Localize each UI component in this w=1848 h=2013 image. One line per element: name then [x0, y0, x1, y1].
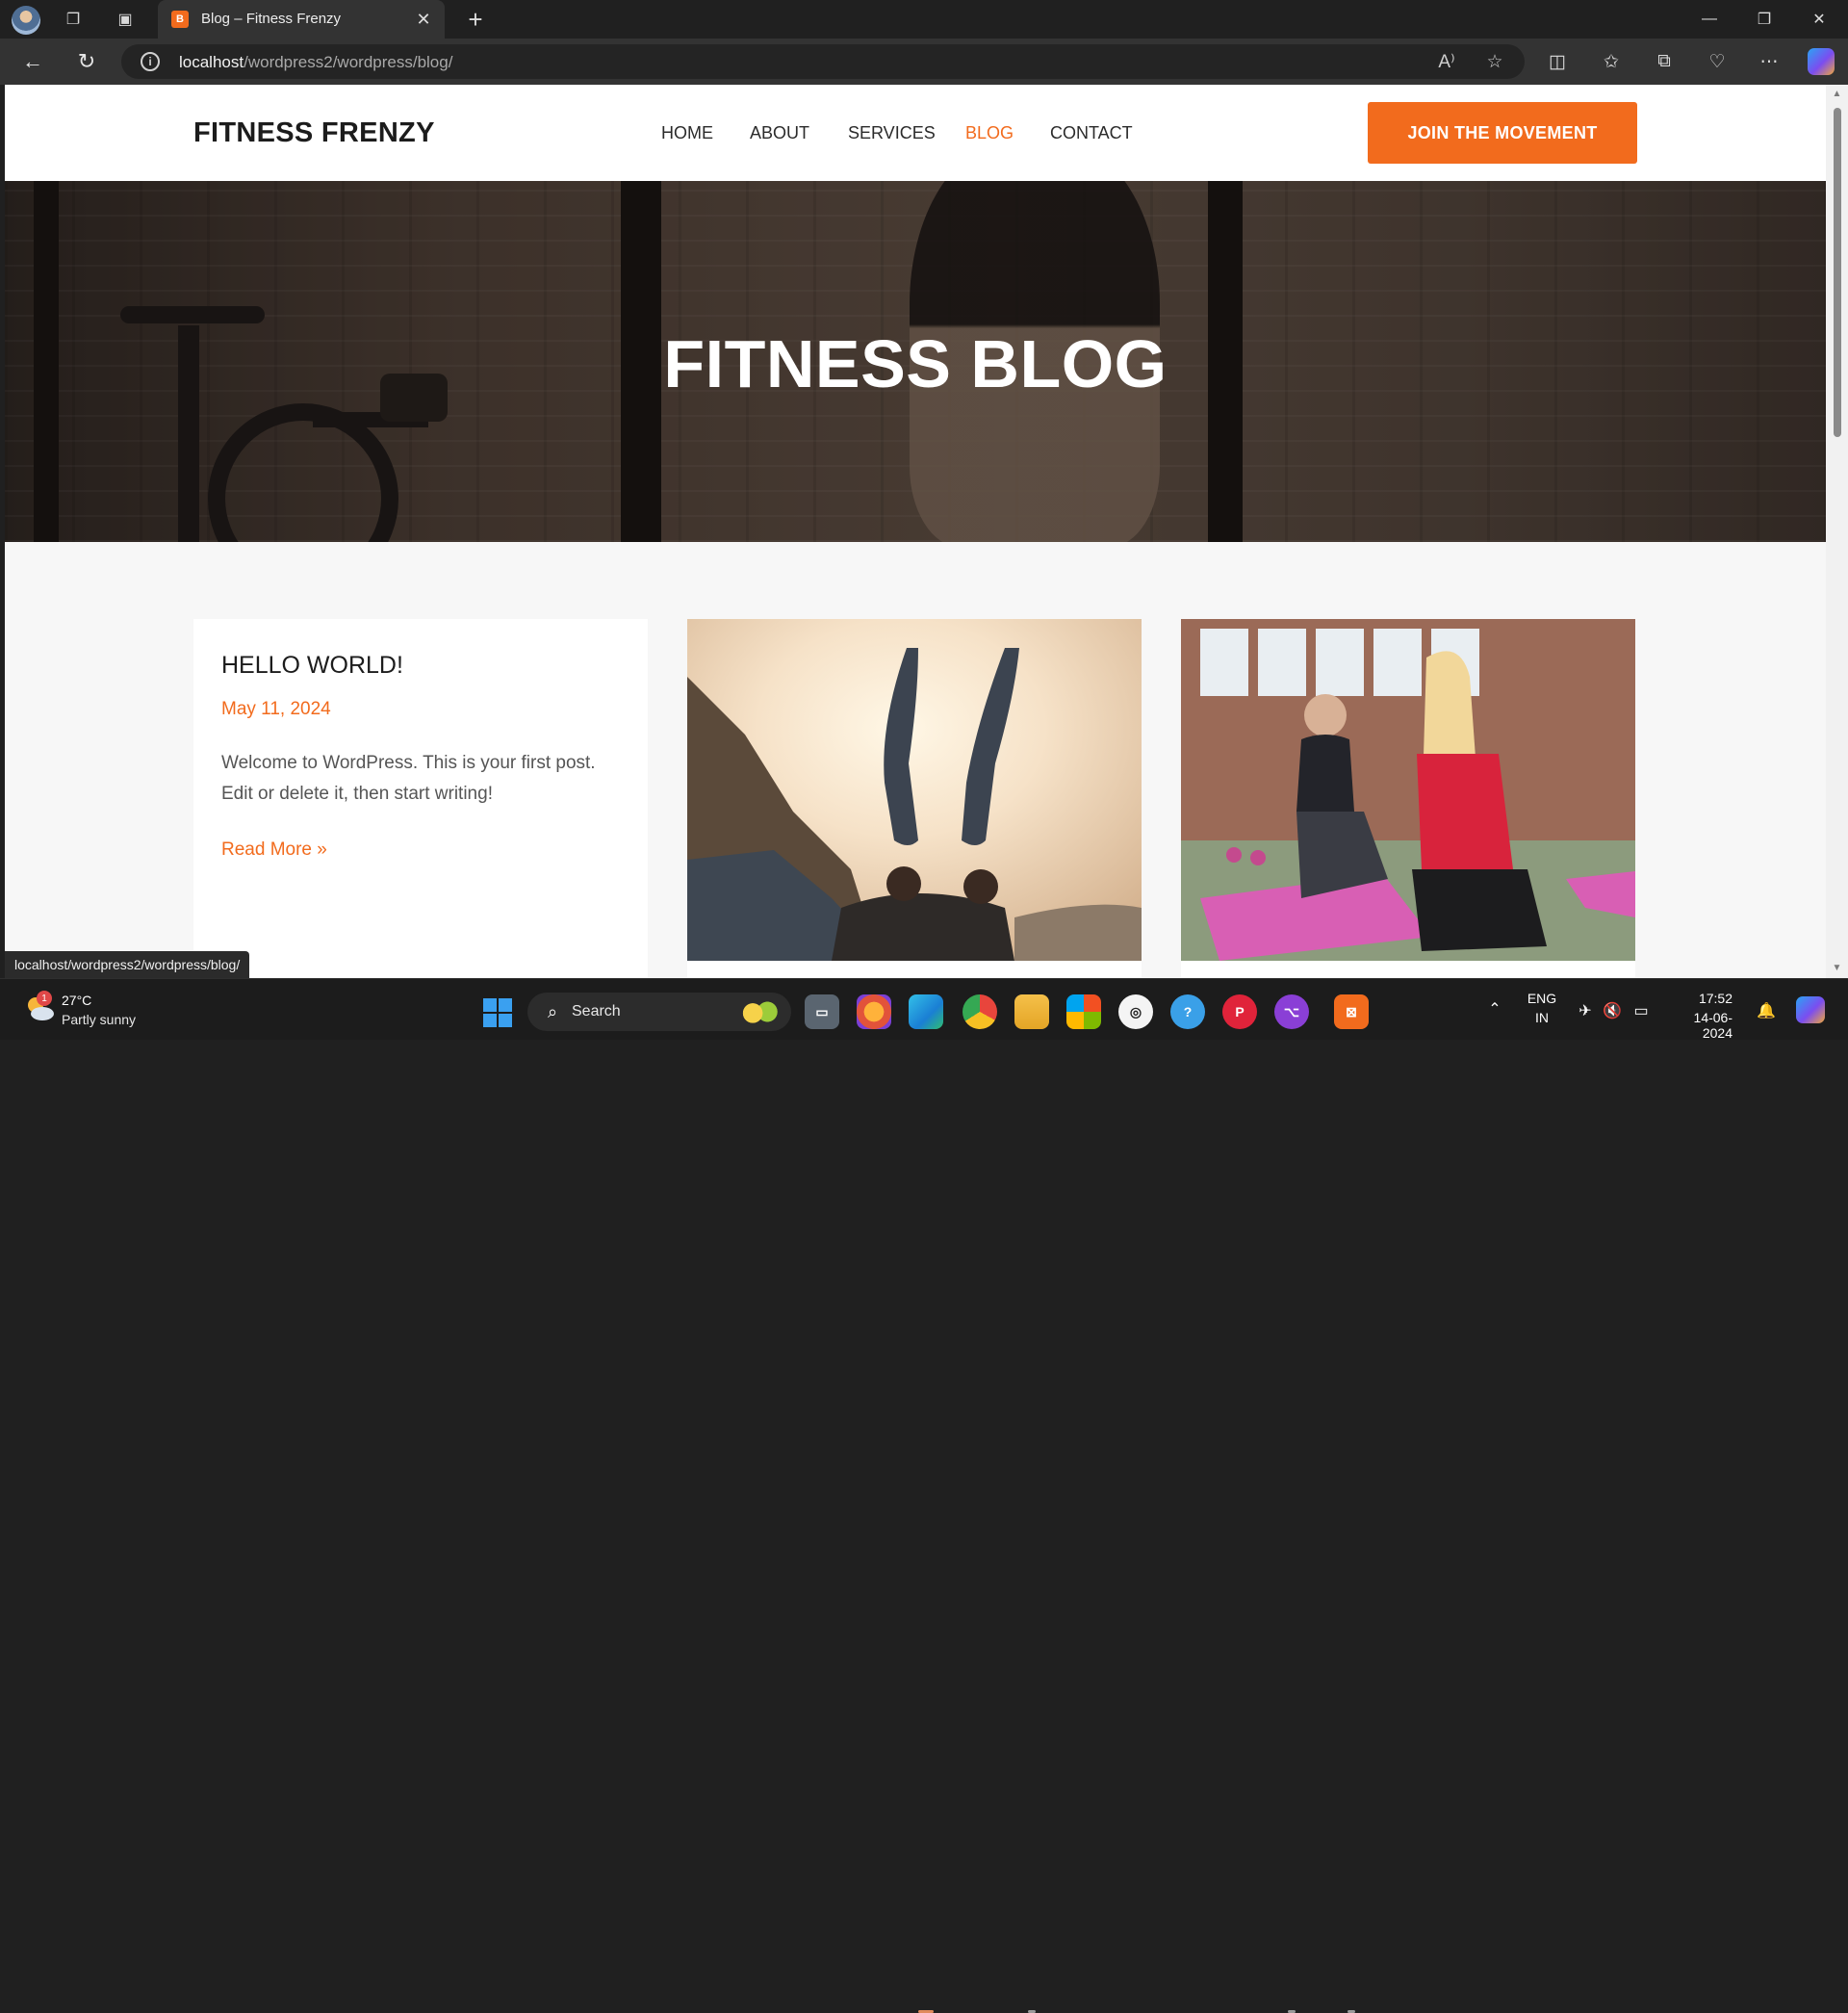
weather-badge: 1 [37, 991, 52, 1006]
close-window-icon[interactable]: ✕ [1792, 0, 1846, 39]
notification-bell-icon[interactable]: 🔔 [1756, 1000, 1777, 1021]
scroll-down-icon[interactable]: ▼ [1832, 963, 1842, 973]
nav-blog[interactable]: BLOG [965, 123, 1014, 143]
clock-time[interactable]: 17:52 [1665, 991, 1732, 1006]
weather-description[interactable]: Partly sunny [62, 1012, 136, 1027]
post-thumbnail-yoga-image[interactable] [687, 619, 1142, 961]
back-icon[interactable]: ← [15, 46, 50, 77]
firefox-icon[interactable] [857, 994, 891, 1029]
search-icon: ⌕ [547, 1001, 558, 1021]
nav-services[interactable]: SERVICES [848, 123, 936, 143]
restore-icon[interactable]: ❐ [1737, 0, 1791, 39]
search-highlight-icon [737, 998, 782, 1025]
post-card-hello-world: HELLO WORLD! May 11, 2024 Welcome to Wor… [193, 619, 648, 978]
chrome-icon[interactable] [962, 994, 997, 1029]
read-more-link[interactable]: Read More » [221, 839, 327, 861]
read-aloud-icon[interactable]: A⁾ [1432, 48, 1461, 75]
browser-toolbar: ← ↻ i localhost/wordpress2/wordpress/blo… [0, 39, 1848, 85]
post-thumbnail-workout-image[interactable] [1181, 619, 1635, 961]
more-menu-icon[interactable]: ⋯ [1752, 46, 1786, 77]
tab-blog[interactable]: B Blog – Fitness Frenzy ✕ [158, 0, 445, 39]
xampp-favicon-icon: B [171, 11, 189, 28]
nav-about[interactable]: ABOUT [750, 123, 809, 143]
post-date: May 11, 2024 [221, 699, 331, 719]
reload-icon[interactable]: ↻ [69, 46, 104, 77]
new-tab-icon[interactable]: + [460, 4, 491, 35]
site-info-icon[interactable]: i [141, 52, 160, 71]
tab-actions-icon[interactable]: ▣ [110, 6, 141, 33]
url-text[interactable]: localhost/wordpress2/wordpress/blog/ [179, 53, 452, 72]
clock-date[interactable]: 14-06-2024 [1665, 1010, 1732, 1041]
weather-temperature[interactable]: 27°C [62, 993, 91, 1008]
browser-essentials-icon[interactable]: ♡ [1700, 46, 1734, 77]
post-card-yoga [687, 619, 1142, 978]
hero-title: FITNESS BLOG [663, 326, 1168, 401]
favorite-star-icon[interactable]: ☆ [1480, 48, 1509, 75]
task-view-icon[interactable]: ▭ [805, 994, 839, 1029]
minimize-icon[interactable]: — [1682, 0, 1736, 39]
browser-tab-bar: ❐ ▣ B Blog – Fitness Frenzy ✕ + — ❐ ✕ [0, 0, 1848, 39]
workspaces-icon[interactable]: ❐ [58, 6, 89, 33]
tab-close-icon[interactable]: ✕ [412, 8, 435, 31]
edge-icon[interactable] [909, 994, 943, 1029]
post-title[interactable]: HELLO WORLD! [221, 652, 403, 680]
windows-taskbar: 1 27°C Partly sunny ⌕ Search ▭ ◎ ? P ⌥ ⊠… [0, 978, 1848, 2013]
unity-hub-icon[interactable]: ◎ [1118, 994, 1153, 1029]
url-host: localhost [179, 53, 244, 71]
page-viewport: FITNESS FRENZY HOME ABOUT SERVICES BLOG … [5, 85, 1826, 978]
nav-contact[interactable]: CONTACT [1050, 123, 1133, 143]
windows-start-icon[interactable] [483, 998, 512, 1027]
post-card-workout [1181, 619, 1635, 978]
site-header: FITNESS FRENZY HOME ABOUT SERVICES BLOG … [5, 85, 1826, 181]
post-excerpt: Welcome to WordPress. This is your first… [221, 753, 596, 804]
nav-home[interactable]: HOME [661, 123, 713, 143]
scroll-up-icon[interactable]: ▲ [1832, 89, 1842, 99]
split-screen-icon[interactable]: ◫ [1540, 46, 1575, 77]
get-help-icon[interactable]: ? [1170, 994, 1205, 1029]
search-label: Search [572, 1003, 621, 1019]
page-scrollbar[interactable]: ▲ ▼ [1826, 85, 1848, 978]
taskbar-search[interactable]: ⌕ Search [527, 993, 791, 1031]
volume-muted-icon[interactable]: 🔇 [1602, 1000, 1623, 1021]
profile-avatar[interactable] [12, 6, 40, 35]
language-top[interactable]: ENG [1525, 991, 1559, 1006]
pinterest-icon[interactable]: P [1222, 994, 1257, 1029]
copilot-taskbar-icon[interactable] [1796, 996, 1825, 1023]
join-movement-button[interactable]: JOIN THE MOVEMENT [1368, 102, 1637, 164]
scrollbar-thumb[interactable] [1834, 108, 1841, 437]
address-bar[interactable]: i localhost/wordpress2/wordpress/blog/ A… [121, 44, 1525, 79]
tab-title: Blog – Fitness Frenzy [201, 11, 342, 27]
github-desktop-icon[interactable]: ⌥ [1274, 994, 1309, 1029]
favorites-icon[interactable]: ✩ [1594, 46, 1629, 77]
airplane-mode-icon[interactable]: ✈ [1575, 1000, 1596, 1021]
hero-banner: FITNESS BLOG [5, 181, 1826, 542]
microsoft-store-icon[interactable] [1066, 994, 1101, 1029]
file-explorer-icon[interactable] [1014, 994, 1049, 1029]
show-hidden-icons-icon[interactable]: ⌃ [1484, 998, 1505, 1019]
collections-icon[interactable]: ⧉ [1647, 46, 1681, 77]
battery-icon[interactable]: ▭ [1630, 1000, 1652, 1021]
status-bar-url: localhost/wordpress2/wordpress/blog/ [5, 951, 250, 978]
copilot-icon[interactable] [1808, 48, 1835, 75]
url-path: /wordpress2/wordpress/blog/ [244, 53, 453, 71]
language-bottom[interactable]: IN [1525, 1010, 1559, 1025]
xampp-icon[interactable]: ⊠ [1334, 994, 1369, 1029]
site-logo[interactable]: FITNESS FRENZY [193, 117, 435, 149]
